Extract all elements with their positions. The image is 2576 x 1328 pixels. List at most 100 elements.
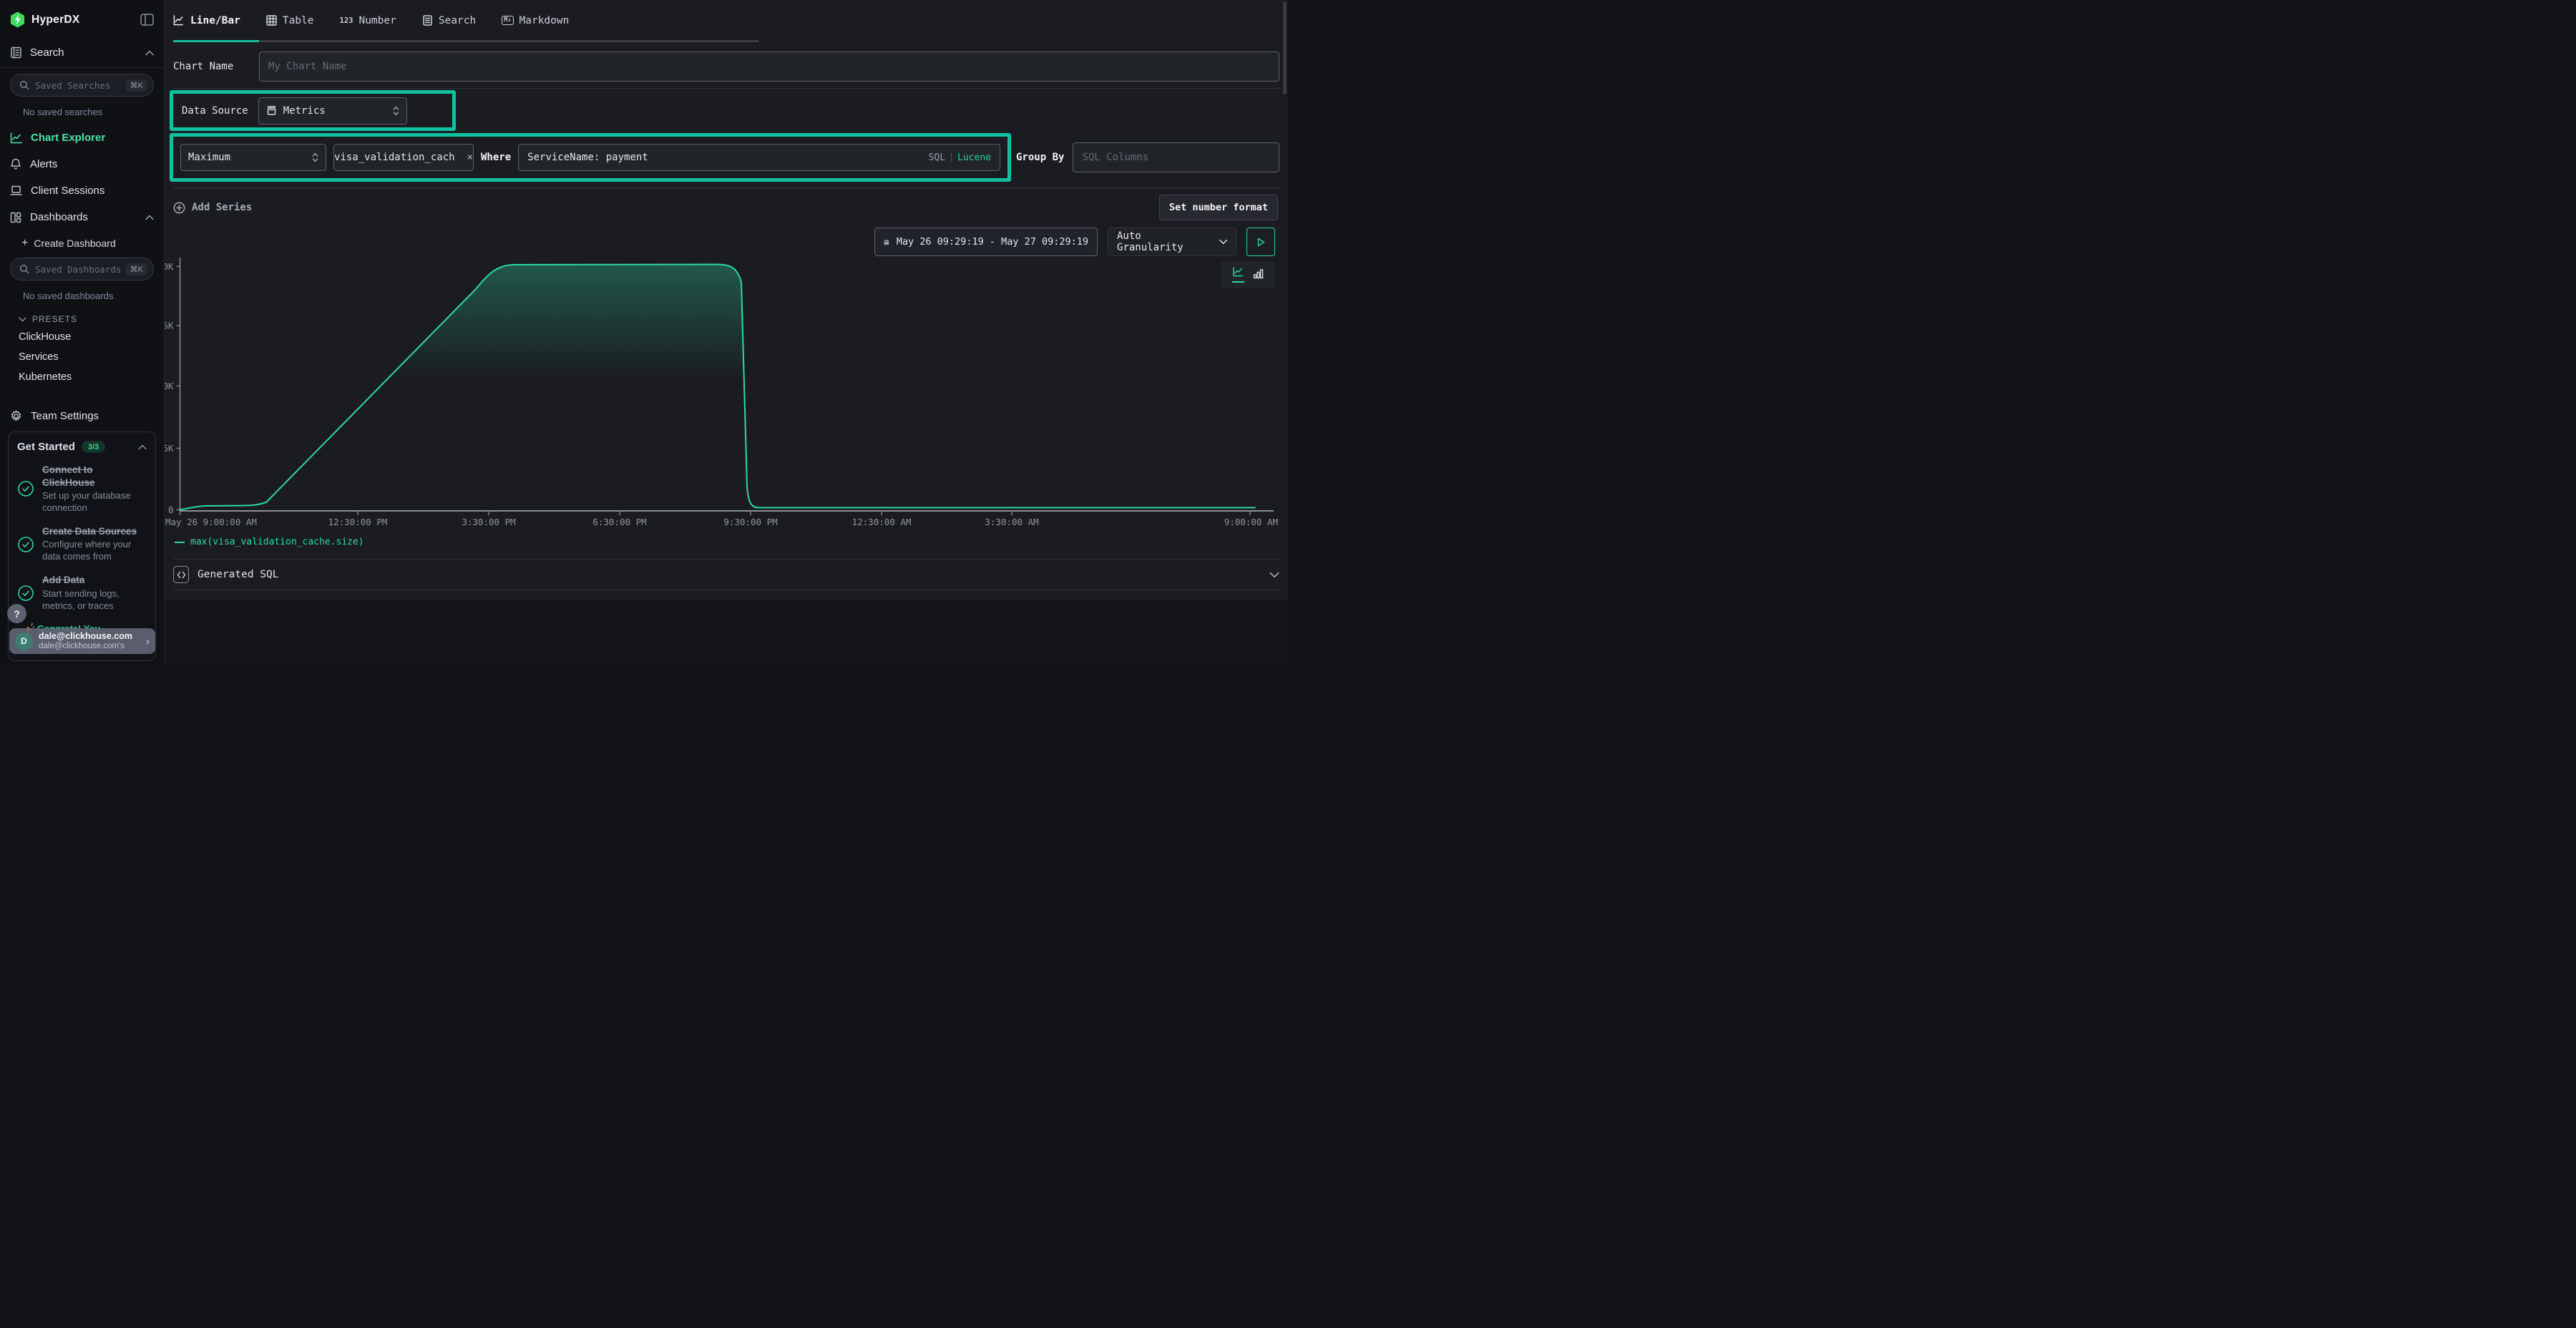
svg-text:6:30:00 PM: 6:30:00 PM — [592, 517, 646, 527]
tab-markdown[interactable]: M↓ Markdown — [502, 15, 569, 26]
tab-number[interactable]: 123 Number — [340, 15, 396, 26]
chevron-up-icon[interactable] — [138, 444, 147, 450]
svg-text:May 26 9:00:00 AM: May 26 9:00:00 AM — [165, 517, 257, 527]
chevron-up-icon — [145, 50, 154, 56]
timeseries-chart[interactable]: 100K75K50K25K0May 26 9:00:00 AM12:30:00 … — [165, 258, 1287, 535]
sidebar-item-client-sessions[interactable]: Client Sessions — [0, 177, 164, 204]
laptop-icon — [10, 185, 22, 196]
svg-text:25K: 25K — [165, 443, 174, 454]
page-bottom-spacer — [165, 600, 1288, 664]
line-chart-toggle-icon[interactable] — [1232, 267, 1244, 283]
svg-text:75K: 75K — [165, 321, 174, 331]
series-annotation-box: Maximum visa_validation_cach × Where Ser… — [170, 133, 1011, 182]
legend-series-label: max(visa_validation_cache.size) — [190, 537, 364, 547]
scrollbar-thumb[interactable] — [1283, 1, 1287, 94]
preset-services[interactable]: Services — [0, 347, 164, 367]
sidebar-item-chart-explorer[interactable]: Chart Explorer — [0, 125, 164, 151]
add-series-button[interactable]: Add Series — [173, 202, 252, 214]
create-dashboard-label: Create Dashboard — [34, 238, 115, 249]
saved-dashboards-searchbox[interactable]: ⌘K — [10, 258, 154, 280]
where-filter-input[interactable]: ServiceName: payment SQL Lucene — [518, 144, 1000, 171]
metric-chip-label: visa_validation_cach — [334, 152, 455, 163]
divider — [951, 152, 952, 162]
chart-type-tabstrip: Line/Bar Table 123 Number — [165, 0, 1288, 43]
chevron-down-icon — [1219, 239, 1227, 245]
nav-label: Client Sessions — [31, 185, 104, 197]
date-range-picker[interactable]: May 26 09:29:19 - May 27 09:29:19 — [874, 228, 1098, 256]
user-org: dale@clickhouse.com's — [39, 642, 140, 651]
svg-text:12:30:00 AM: 12:30:00 AM — [852, 517, 912, 527]
remove-metric-icon[interactable]: × — [467, 152, 473, 163]
dashboards-icon — [10, 212, 21, 223]
run-query-button[interactable] — [1246, 228, 1275, 256]
group-by-input[interactable] — [1073, 142, 1279, 172]
saved-searches-searchbox[interactable]: ⌘K — [10, 74, 154, 97]
gear-icon — [10, 410, 22, 422]
tab-line-bar[interactable]: Line/Bar — [173, 15, 240, 26]
presets-label: PRESETS — [32, 314, 77, 324]
where-value: ServiceName: payment — [527, 152, 928, 163]
generated-sql-label: Generated SQL — [197, 569, 279, 580]
get-started-item-datasources[interactable]: Create Data Sources Configure where your… — [17, 525, 147, 563]
line-bar-icon — [173, 15, 185, 26]
get-started-item-title: Add Data — [42, 574, 147, 587]
table-icon — [266, 15, 277, 26]
create-dashboard-button[interactable]: + Create Dashboard — [0, 230, 164, 256]
lucene-mode-button[interactable]: Lucene — [957, 152, 991, 163]
saved-searches-input[interactable] — [35, 80, 120, 91]
sidebar-item-team-settings[interactable]: Team Settings — [0, 403, 164, 429]
search-icon — [19, 264, 29, 274]
line-chart-icon — [10, 132, 22, 144]
divider — [173, 187, 1279, 188]
user-menu[interactable]: D dale@clickhouse.com dale@clickhouse.co… — [9, 628, 155, 654]
chevron-right-icon: › — [146, 635, 150, 648]
question-mark-icon: ? — [14, 608, 20, 620]
aggregation-select[interactable]: Maximum — [180, 144, 326, 171]
get-started-item-add-data[interactable]: Add Data Start sending logs, metrics, or… — [17, 574, 147, 612]
plus-circle-icon — [173, 202, 185, 214]
calendar-icon — [884, 237, 889, 248]
database-icon — [266, 105, 277, 116]
preset-kubernetes[interactable]: Kubernetes — [0, 367, 164, 387]
presets-toggle[interactable]: PRESETS — [0, 308, 164, 327]
play-icon — [1256, 237, 1266, 248]
sidebar-section-search[interactable]: Search — [0, 38, 164, 66]
chevron-down-icon — [1269, 572, 1279, 578]
sidebar-item-alerts[interactable]: Alerts — [0, 151, 164, 177]
sql-mode-button[interactable]: SQL — [929, 152, 945, 163]
journal-icon — [10, 47, 22, 59]
tab-underline-track — [173, 40, 758, 42]
app-title: HyperDX — [31, 14, 80, 26]
hyperdx-logo-icon — [10, 11, 25, 28]
chart-name-label: Chart Name — [173, 61, 259, 72]
set-number-format-button[interactable]: Set number format — [1159, 195, 1278, 220]
shortcut-badge: ⌘K — [126, 79, 147, 92]
saved-dashboards-input[interactable] — [35, 264, 120, 275]
granularity-select[interactable]: Auto Granularity — [1108, 228, 1236, 256]
bar-chart-toggle-icon[interactable] — [1253, 268, 1264, 282]
get-started-item-connect[interactable]: Connect to ClickHouse Set up your databa… — [17, 464, 147, 514]
date-range-value: May 26 09:29:19 - May 27 09:29:19 — [897, 236, 1088, 248]
metric-field-select[interactable]: visa_validation_cach × — [333, 144, 474, 171]
help-button[interactable]: ? — [7, 604, 26, 623]
chart-name-input[interactable] — [259, 52, 1279, 82]
generated-sql-toggle[interactable]: Generated SQL — [173, 560, 1279, 590]
number-123-icon: 123 — [340, 16, 353, 25]
data-source-value: Metrics — [283, 105, 326, 117]
group-by-label: Group By — [1016, 152, 1064, 163]
tab-table[interactable]: Table — [266, 15, 314, 26]
collapse-sidebar-icon[interactable] — [140, 14, 154, 26]
select-updown-icon — [312, 152, 318, 162]
sidebar-item-dashboards[interactable]: Dashboards — [0, 204, 164, 230]
granularity-value: Auto Granularity — [1117, 230, 1208, 253]
get-started-title: Get Started — [17, 441, 75, 453]
data-source-select[interactable]: Metrics — [258, 97, 407, 125]
check-circle-icon — [17, 480, 34, 497]
search-icon — [19, 80, 29, 90]
plus-icon: + — [21, 237, 28, 250]
where-label: Where — [481, 152, 511, 163]
preset-clickhouse[interactable]: ClickHouse — [0, 327, 164, 347]
markdown-icon: M↓ — [502, 16, 513, 25]
tab-search[interactable]: Search — [422, 15, 476, 26]
svg-text:12:30:00 PM: 12:30:00 PM — [328, 517, 388, 527]
